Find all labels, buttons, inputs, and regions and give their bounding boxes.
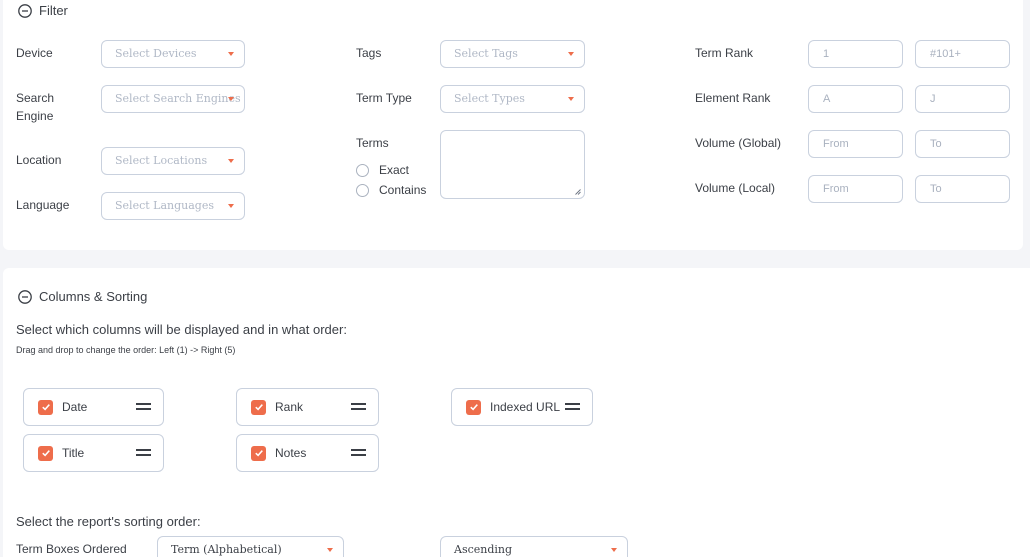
term-rank-label: Term Rank bbox=[695, 46, 754, 60]
volume-global-from-input[interactable] bbox=[808, 130, 903, 158]
element-rank-from-input[interactable] bbox=[808, 85, 903, 113]
device-select-text: Select Devices bbox=[115, 47, 197, 60]
caret-down-icon bbox=[568, 97, 574, 101]
checkbox-checked[interactable] bbox=[251, 445, 266, 461]
check-icon bbox=[469, 404, 478, 411]
columns-heading: Select which columns will be displayed a… bbox=[16, 322, 347, 337]
drag-handle-icon[interactable] bbox=[136, 402, 151, 411]
sort-by-value: Term (Alphabetical) bbox=[171, 543, 282, 556]
drag-handle-icon[interactable] bbox=[565, 402, 580, 411]
tags-label: Tags bbox=[356, 46, 382, 60]
collapse-icon[interactable] bbox=[18, 289, 32, 304]
search-engine-label-1: Search bbox=[16, 91, 55, 105]
search-engine-label-2: Engine bbox=[16, 109, 54, 123]
volume-global-label: Volume (Global) bbox=[695, 136, 782, 150]
checkbox-checked[interactable] bbox=[251, 399, 266, 415]
device-select[interactable]: Select Devices bbox=[101, 40, 245, 68]
language-select[interactable]: Select Languages bbox=[101, 192, 245, 220]
term-type-select[interactable]: Select Types bbox=[440, 85, 585, 113]
checkbox-checked[interactable] bbox=[38, 445, 53, 461]
column-label: Date bbox=[62, 400, 88, 414]
caret-down-icon bbox=[228, 159, 234, 163]
check-icon bbox=[41, 404, 50, 411]
contains-radio[interactable] bbox=[356, 183, 369, 197]
volume-local-from-input[interactable] bbox=[808, 175, 903, 203]
language-select-text: Select Languages bbox=[115, 199, 214, 212]
columns-title: Columns & Sorting bbox=[39, 289, 148, 304]
search-engine-select-text: Select Search Engines bbox=[115, 92, 241, 105]
columns-header[interactable]: Columns & Sorting bbox=[18, 289, 147, 304]
caret-down-icon bbox=[611, 548, 617, 552]
volume-global-to-input[interactable] bbox=[915, 130, 1010, 158]
collapse-icon[interactable] bbox=[18, 3, 32, 18]
filter-panel: Filter Device Select Devices Search Engi… bbox=[3, 0, 1023, 250]
term-rank-to-input[interactable] bbox=[915, 40, 1010, 68]
term-type-select-text: Select Types bbox=[454, 92, 525, 105]
terms-textarea[interactable] bbox=[440, 130, 585, 199]
location-label: Location bbox=[16, 153, 62, 167]
drag-handle-icon[interactable] bbox=[351, 402, 366, 411]
language-label: Language bbox=[16, 198, 70, 212]
column-chip-title[interactable]: Title bbox=[23, 434, 164, 472]
element-rank-to-input[interactable] bbox=[915, 85, 1010, 113]
filter-header[interactable]: Filter bbox=[18, 3, 68, 18]
drag-handle-icon[interactable] bbox=[351, 448, 366, 457]
tags-select-text: Select Tags bbox=[454, 47, 518, 60]
columns-sorting-panel: Columns & Sorting Select which columns w… bbox=[3, 268, 1030, 557]
column-label: Rank bbox=[275, 400, 304, 414]
column-label: Notes bbox=[275, 446, 307, 460]
column-chip-indexed-url[interactable]: Indexed URL bbox=[451, 388, 593, 426]
column-label: Title bbox=[62, 446, 85, 460]
caret-down-icon bbox=[228, 204, 234, 208]
filter-title: Filter bbox=[39, 3, 68, 18]
checkbox-checked[interactable] bbox=[466, 399, 481, 415]
term-rank-from-input[interactable] bbox=[808, 40, 903, 68]
columns-hint: Drag and drop to change the order: Left … bbox=[16, 345, 236, 355]
location-select-text: Select Locations bbox=[115, 154, 208, 167]
exact-label: Exact bbox=[379, 163, 410, 177]
volume-local-label: Volume (Local) bbox=[695, 181, 776, 195]
check-icon bbox=[254, 404, 263, 411]
element-rank-label: Element Rank bbox=[695, 91, 771, 105]
search-engine-select[interactable]: Select Search Engines bbox=[101, 85, 245, 113]
column-chip-date[interactable]: Date bbox=[23, 388, 164, 426]
sort-direction-value: Ascending bbox=[454, 543, 513, 556]
caret-down-icon bbox=[228, 52, 234, 56]
sort-label: Term Boxes Ordered bbox=[16, 542, 127, 556]
resize-grip-icon[interactable] bbox=[575, 189, 581, 195]
exact-radio[interactable] bbox=[356, 163, 369, 177]
volume-local-to-input[interactable] bbox=[915, 175, 1010, 203]
check-icon bbox=[41, 450, 50, 457]
contains-option[interactable]: Contains bbox=[356, 183, 426, 197]
caret-down-icon bbox=[228, 97, 234, 101]
location-select[interactable]: Select Locations bbox=[101, 147, 245, 175]
check-icon bbox=[254, 450, 263, 457]
terms-label: Terms bbox=[356, 136, 389, 150]
sort-by-select[interactable]: Term (Alphabetical) bbox=[157, 536, 344, 557]
sort-heading: Select the report's sorting order: bbox=[16, 514, 201, 529]
caret-down-icon bbox=[568, 52, 574, 56]
sort-direction-select[interactable]: Ascending bbox=[440, 536, 628, 557]
column-chip-notes[interactable]: Notes bbox=[236, 434, 379, 472]
tags-select[interactable]: Select Tags bbox=[440, 40, 585, 68]
drag-handle-icon[interactable] bbox=[136, 448, 151, 457]
contains-label: Contains bbox=[379, 183, 427, 197]
column-label: Indexed URL bbox=[490, 400, 561, 414]
term-type-label: Term Type bbox=[356, 91, 412, 105]
exact-option[interactable]: Exact bbox=[356, 163, 409, 177]
device-label: Device bbox=[16, 46, 53, 60]
column-chip-rank[interactable]: Rank bbox=[236, 388, 379, 426]
checkbox-checked[interactable] bbox=[38, 399, 53, 415]
caret-down-icon bbox=[327, 548, 333, 552]
